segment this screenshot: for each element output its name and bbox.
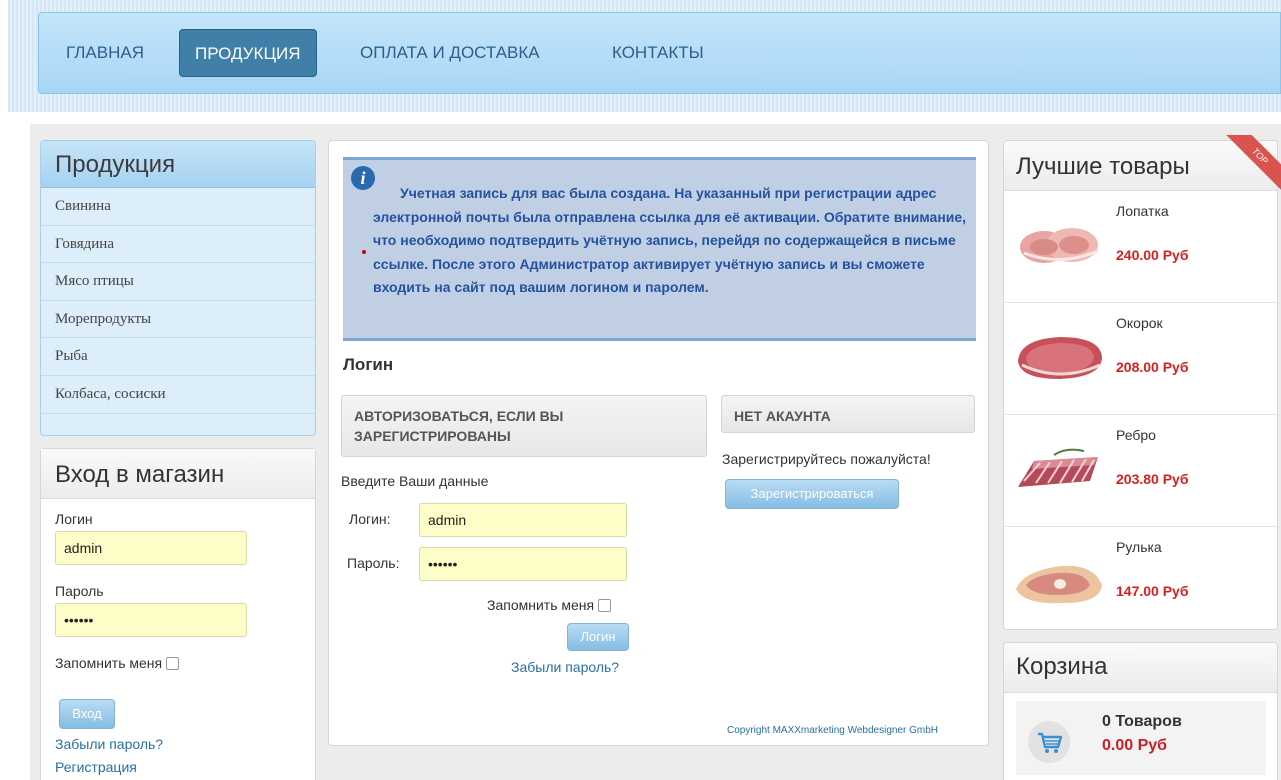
nav-item-products[interactable]: ПРОДУКЦИЯ bbox=[179, 29, 317, 77]
forgot-password-link[interactable]: Забыли пароль? bbox=[511, 659, 619, 675]
category-item-poultry[interactable]: Мясо птицы bbox=[41, 263, 315, 301]
sidebar-register-link[interactable]: Регистрация bbox=[55, 759, 137, 775]
pork-shoulder-image[interactable] bbox=[1014, 219, 1106, 271]
info-message-text: Учетная запись для вас была создана. На … bbox=[373, 185, 967, 295]
header-band: ГЛАВНАЯ ПРОДУКЦИЯ ОПЛАТА И ДОСТАВКА КОНТ… bbox=[0, 0, 1281, 118]
ribs-image[interactable] bbox=[1014, 443, 1106, 495]
top-ribbon: TOP bbox=[1221, 135, 1281, 195]
product-price: 240.00 Руб bbox=[1116, 247, 1189, 263]
login-button[interactable]: Логин bbox=[567, 623, 629, 651]
password-label: Пароль: bbox=[347, 555, 400, 571]
categories-panel: Продукция Свинина Говядина Мясо птицы Мо… bbox=[40, 140, 316, 436]
sidebar-forgot-password-link[interactable]: Забыли пароль? bbox=[55, 736, 163, 752]
product-item[interactable]: Окорок 208.00 Руб bbox=[1004, 303, 1279, 415]
password-input[interactable]: •••••• bbox=[419, 547, 627, 581]
product-name[interactable]: Ребро bbox=[1116, 427, 1156, 443]
product-price: 147.00 Руб bbox=[1116, 583, 1189, 599]
cart-icon[interactable] bbox=[1028, 721, 1070, 763]
sidebar-login-button[interactable]: Вход bbox=[59, 699, 115, 729]
bullet-icon bbox=[362, 250, 366, 254]
sidebar-login-title: Вход в магазин bbox=[41, 449, 315, 499]
copyright-text[interactable]: Copyright MAXXmarketing Webdesigner GmbH bbox=[727, 725, 938, 736]
nav-item-contacts[interactable]: КОНТАКТЫ bbox=[597, 29, 719, 77]
cart-title: Корзина bbox=[1004, 643, 1277, 693]
login-section-title: Логин bbox=[343, 355, 394, 374]
remember-row: Запомнить меня bbox=[487, 597, 612, 613]
best-products-panel: Лучшие товары TOP Лопатка 240.00 Руб Око… bbox=[1003, 135, 1281, 630]
no-account-title: НЕТ АКАУНТА bbox=[721, 395, 975, 433]
product-name[interactable]: Лопатка bbox=[1116, 203, 1169, 219]
main-nav: ГЛАВНАЯ ПРОДУКЦИЯ ОПЛАТА И ДОСТАВКА КОНТ… bbox=[38, 12, 1281, 94]
product-price: 203.80 Руб bbox=[1116, 471, 1189, 487]
category-item-pork[interactable]: Свинина bbox=[41, 188, 315, 226]
sidebar-login-input[interactable]: admin bbox=[55, 531, 247, 565]
cart-items-count: 0 Товаров bbox=[1102, 713, 1182, 730]
auth-box-title: АВТОРИЗОВАТЬСЯ, ЕСЛИ ВЫ ЗАРЕГИСТРИРОВАНЫ bbox=[341, 395, 707, 457]
ham-image[interactable] bbox=[1014, 331, 1106, 383]
info-icon: i bbox=[351, 166, 375, 190]
category-item-sausages[interactable]: Колбаса, сосиски bbox=[41, 376, 315, 414]
product-item[interactable]: Рулька 147.00 Руб bbox=[1004, 527, 1279, 639]
category-item-seafood[interactable]: Морепродукты bbox=[41, 301, 315, 339]
sidebar-login-label: Логин bbox=[55, 511, 93, 527]
remember-label: Запомнить меня bbox=[487, 597, 595, 613]
product-name[interactable]: Окорок bbox=[1116, 315, 1163, 331]
remember-checkbox[interactable] bbox=[598, 599, 612, 612]
sidebar-login-panel: Вход в магазин Логин admin Пароль ••••••… bbox=[40, 448, 316, 780]
top-ribbon-label: TOP bbox=[1226, 135, 1281, 190]
main-content-panel: i Учетная запись для вас была создана. Н… bbox=[328, 140, 989, 746]
cart-panel: Корзина 0 Товаров 0.00 Руб bbox=[1003, 642, 1278, 780]
register-button[interactable]: Зарегистрироваться bbox=[725, 479, 899, 509]
product-name[interactable]: Рулька bbox=[1116, 539, 1162, 555]
sidebar-password-input[interactable]: •••••• bbox=[55, 603, 247, 637]
cart-total: 0.00 Руб bbox=[1102, 737, 1168, 754]
product-item[interactable]: Лопатка 240.00 Руб bbox=[1004, 191, 1279, 303]
nav-item-home[interactable]: ГЛАВНАЯ bbox=[51, 29, 159, 77]
categories-title: Продукция bbox=[41, 141, 315, 188]
product-item[interactable]: Ребро 203.80 Руб bbox=[1004, 415, 1279, 527]
cart-summary[interactable]: 0 Товаров 0.00 Руб bbox=[1016, 701, 1266, 775]
product-price: 208.00 Руб bbox=[1116, 359, 1189, 375]
login-label: Логин: bbox=[349, 511, 391, 527]
sidebar-remember-checkbox[interactable] bbox=[166, 657, 180, 670]
category-item-fish[interactable]: Рыба bbox=[41, 338, 315, 376]
enter-data-text: Введите Ваши данные bbox=[341, 473, 489, 489]
info-message-box: i Учетная запись для вас была создана. Н… bbox=[343, 157, 976, 341]
pork-knuckle-image[interactable] bbox=[1014, 555, 1106, 607]
category-item-beef[interactable]: Говядина bbox=[41, 226, 315, 264]
sidebar-password-label: Пароль bbox=[55, 583, 104, 599]
register-prompt: Зарегистрируйтесь пожалуйста! bbox=[722, 451, 931, 467]
login-input[interactable]: admin bbox=[419, 503, 627, 537]
nav-item-payment-delivery[interactable]: ОПЛАТА И ДОСТАВКА bbox=[345, 29, 555, 77]
sidebar-remember-label: Запомнить меня bbox=[55, 655, 163, 671]
sidebar-remember-row: Запомнить меня bbox=[55, 655, 180, 671]
